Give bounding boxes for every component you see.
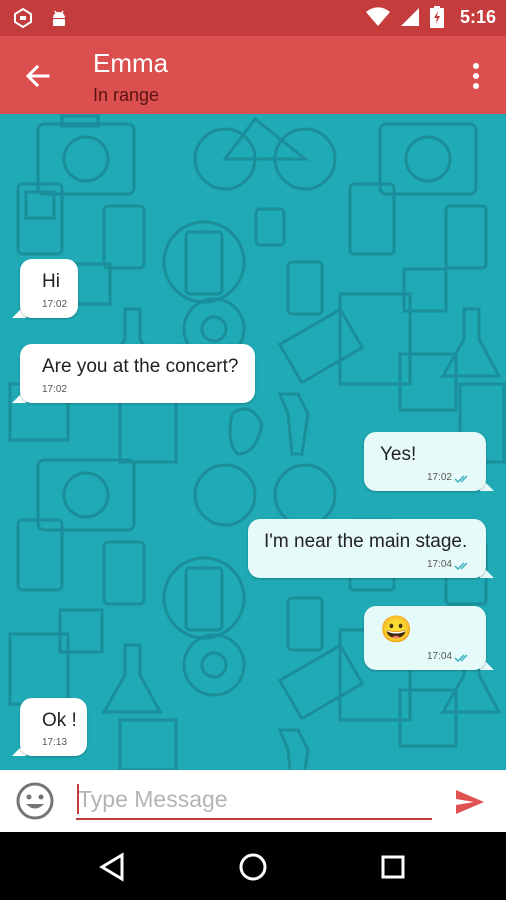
message-time: 17:13	[42, 737, 68, 748]
cell-signal-icon	[400, 8, 419, 26]
message-input[interactable]	[76, 780, 432, 820]
message-outgoing[interactable]: Yes! 17:02	[364, 432, 486, 491]
back-triangle-icon[interactable]	[98, 852, 128, 882]
battery-charging-icon	[429, 6, 444, 28]
message-text: Hi	[42, 271, 60, 292]
composer	[0, 770, 506, 832]
wifi-icon	[365, 7, 390, 27]
message-incoming[interactable]: Are you at the concert? 17:02	[20, 344, 255, 403]
message-outgoing[interactable]: I'm near the main stage. 17:04	[248, 519, 486, 578]
message-text: I'm near the main stage.	[264, 531, 468, 552]
clock: 5:16	[459, 6, 496, 27]
message-time: 17:02	[426, 472, 452, 483]
back-arrow-icon[interactable]	[22, 60, 54, 92]
message-emoji: 😀	[380, 614, 413, 644]
message-time: 17:04	[426, 651, 452, 662]
send-icon[interactable]	[454, 786, 486, 818]
android-debug-icon	[53, 10, 65, 26]
chat-area[interactable]: Hi 17:02 Are you at the concert? 17:02 Y…	[0, 114, 506, 770]
message-incoming[interactable]: Hi 17:02	[20, 259, 78, 318]
read-ticks-icon	[454, 475, 468, 484]
hangouts-icon	[14, 7, 32, 29]
message-time: 17:04	[426, 559, 452, 570]
contact-status: In range	[93, 85, 160, 105]
message-incoming[interactable]: Ok ! 17:13	[20, 698, 87, 756]
system-nav-bar	[0, 832, 506, 900]
text-cursor	[77, 784, 79, 814]
message-text: Ok !	[42, 710, 77, 731]
status-bar: 5:16	[0, 0, 506, 36]
contact-name[interactable]: Emma	[93, 48, 168, 79]
read-ticks-icon	[454, 562, 468, 571]
recents-square-icon[interactable]	[378, 852, 408, 882]
emoji-icon[interactable]	[16, 782, 54, 820]
message-text: Are you at the concert?	[42, 356, 239, 377]
message-text: Yes!	[380, 444, 417, 465]
home-circle-icon[interactable]	[238, 852, 268, 882]
message-outgoing[interactable]: 😀 17:04	[364, 606, 486, 670]
message-time: 17:02	[42, 299, 68, 310]
app-bar: Emma In range	[0, 36, 506, 114]
read-ticks-icon	[454, 654, 468, 663]
message-time: 17:02	[42, 384, 68, 395]
more-vert-icon[interactable]	[472, 62, 480, 90]
